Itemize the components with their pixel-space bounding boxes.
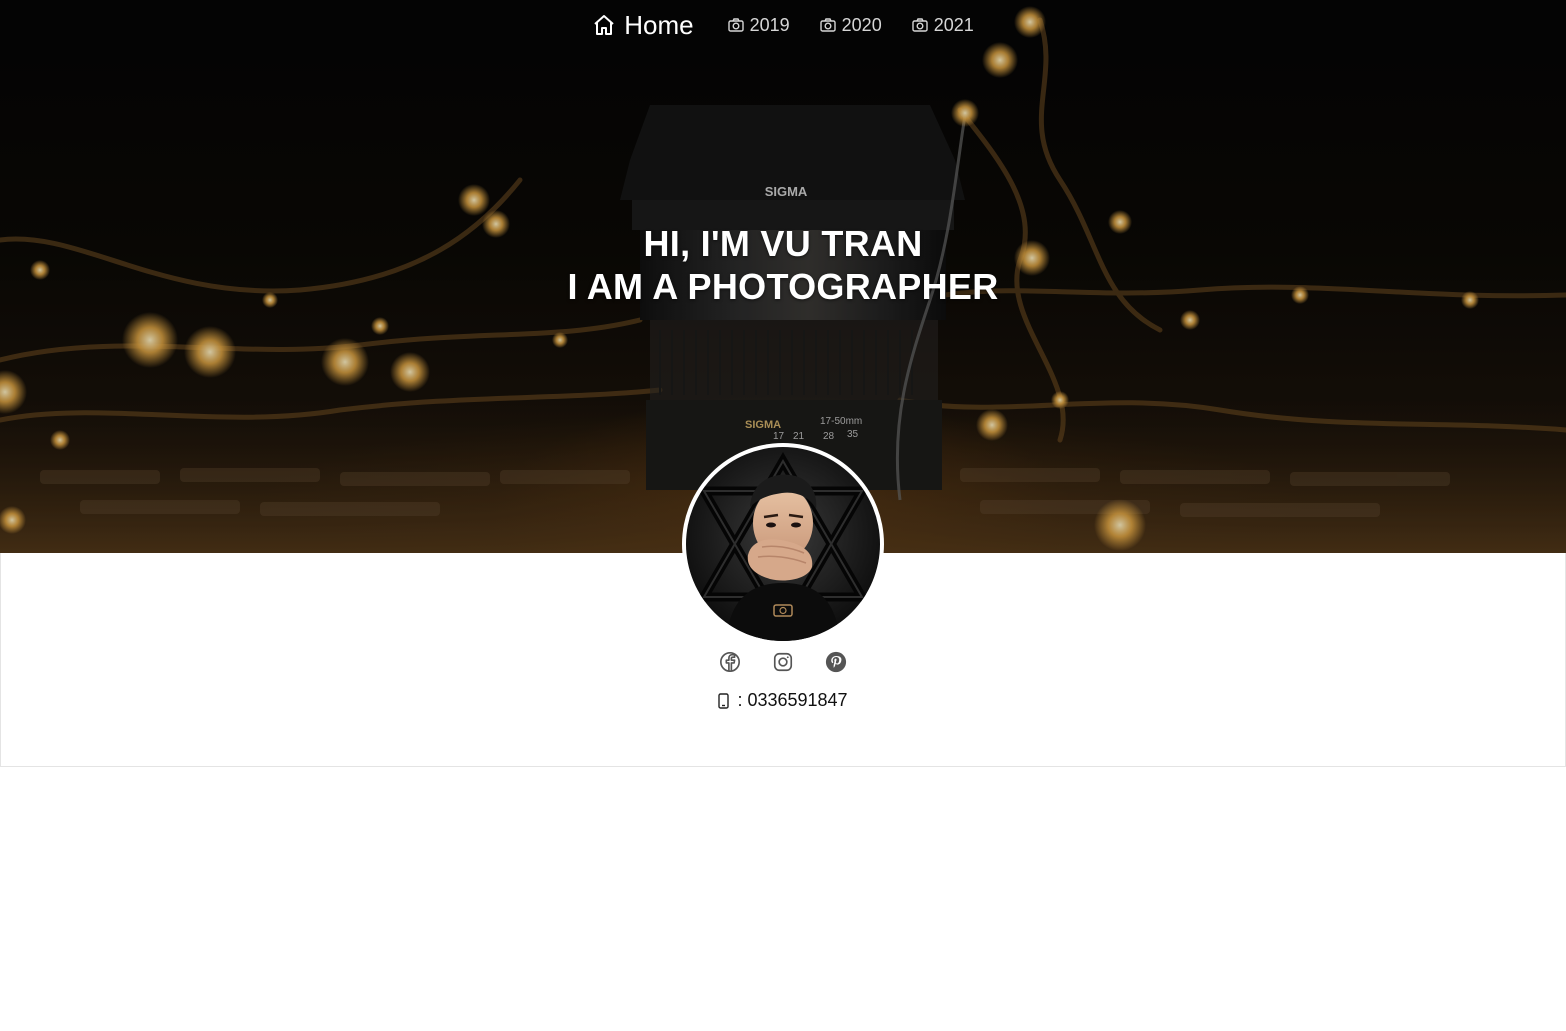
nav-2021-link[interactable]: 2021	[912, 15, 974, 36]
nav-home-link[interactable]: Home	[592, 9, 694, 41]
phone-number[interactable]: 0336591847	[747, 690, 847, 711]
nav-2020-label: 2020	[841, 14, 882, 35]
hero-tagline: I AM A PHOTOGRAPHER	[567, 266, 999, 307]
hero-greeting: HI, I'M VU TRAN	[643, 223, 923, 264]
camera-icon	[819, 18, 836, 32]
page: SIGMA SIGMA 17-50mm 17 21 28 35 Home 201…	[0, 0, 1566, 1031]
pinterest-icon	[825, 651, 847, 678]
phone-separator: :	[737, 690, 743, 710]
nav-2020-link[interactable]: 2020	[819, 14, 882, 36]
top-nav: Home 2019 2020 2021	[0, 8, 1566, 42]
facebook-icon	[719, 651, 741, 678]
camera-icon	[912, 18, 928, 32]
camera-icon	[727, 18, 744, 32]
facebook-link[interactable]	[718, 651, 742, 678]
phone-icon	[718, 692, 730, 709]
home-icon	[592, 13, 616, 37]
social-links	[0, 651, 1566, 678]
nav-2021-label: 2021	[933, 14, 974, 35]
nav-2019-label: 2019	[749, 14, 790, 35]
contact-phone: : 0336591847	[0, 690, 1566, 711]
instagram-icon	[772, 651, 794, 678]
avatar	[682, 443, 884, 645]
pinterest-link[interactable]	[824, 651, 848, 678]
instagram-link[interactable]	[771, 652, 795, 676]
hero-headline: HI, I'M VU TRAN I AM A PHOTOGRAPHER	[0, 222, 1566, 308]
nav-home-label: Home	[624, 9, 694, 40]
nav-2019-link[interactable]: 2019	[727, 14, 790, 36]
